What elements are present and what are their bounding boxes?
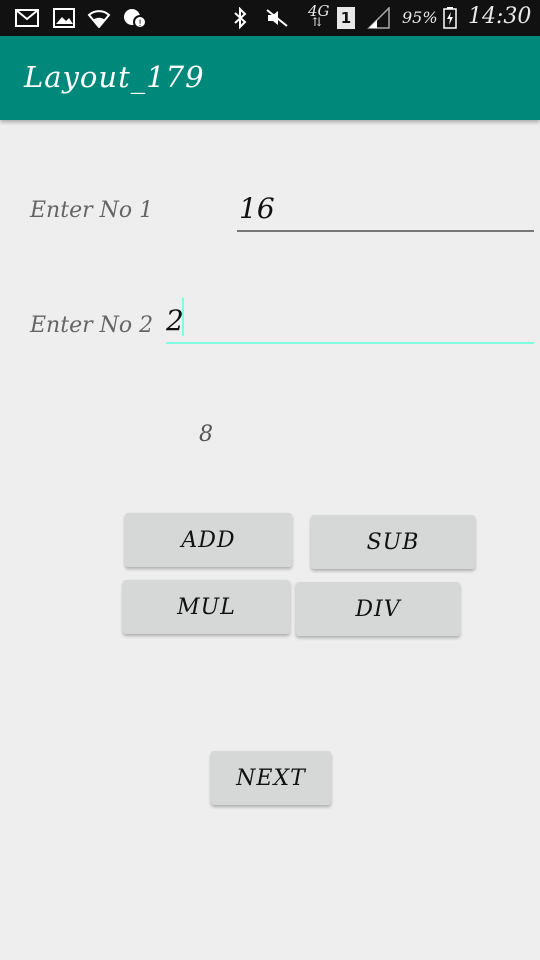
next-button[interactable]: NEXT bbox=[211, 751, 331, 805]
signal-icon bbox=[366, 7, 392, 29]
first-number-input[interactable] bbox=[239, 188, 529, 228]
svg-text:!: ! bbox=[138, 19, 142, 29]
sim-icon: 1 bbox=[337, 7, 355, 29]
status-bar: ! 4G ⇅ 1 95% 14:30 bbox=[0, 0, 540, 36]
image-icon bbox=[52, 7, 76, 29]
add-button[interactable]: ADD bbox=[125, 513, 292, 567]
text-cursor bbox=[182, 298, 184, 336]
first-number-label: Enter No 1 bbox=[30, 198, 154, 223]
div-button[interactable]: DIV bbox=[296, 582, 460, 636]
second-number-underline bbox=[166, 342, 534, 344]
first-number-underline bbox=[237, 230, 534, 232]
mute-icon bbox=[264, 7, 290, 29]
second-number-input[interactable] bbox=[166, 300, 526, 340]
app-bar: Layout_179 bbox=[0, 36, 540, 120]
clock: 14:30 bbox=[468, 4, 532, 29]
battery-percent: 95% bbox=[402, 8, 438, 27]
mul-button[interactable]: MUL bbox=[123, 580, 290, 634]
second-number-label: Enter No 2 bbox=[30, 313, 154, 338]
data-arrows-icon: ⇅ bbox=[312, 15, 323, 29]
battery-icon bbox=[442, 7, 458, 29]
wifi-icon bbox=[86, 7, 112, 29]
app-title: Layout_179 bbox=[24, 60, 205, 94]
result-text: 8 bbox=[199, 422, 213, 447]
chat-icon: ! bbox=[122, 7, 148, 29]
bluetooth-icon bbox=[230, 7, 250, 29]
mail-icon bbox=[14, 7, 40, 29]
sub-button[interactable]: SUB bbox=[311, 515, 475, 569]
